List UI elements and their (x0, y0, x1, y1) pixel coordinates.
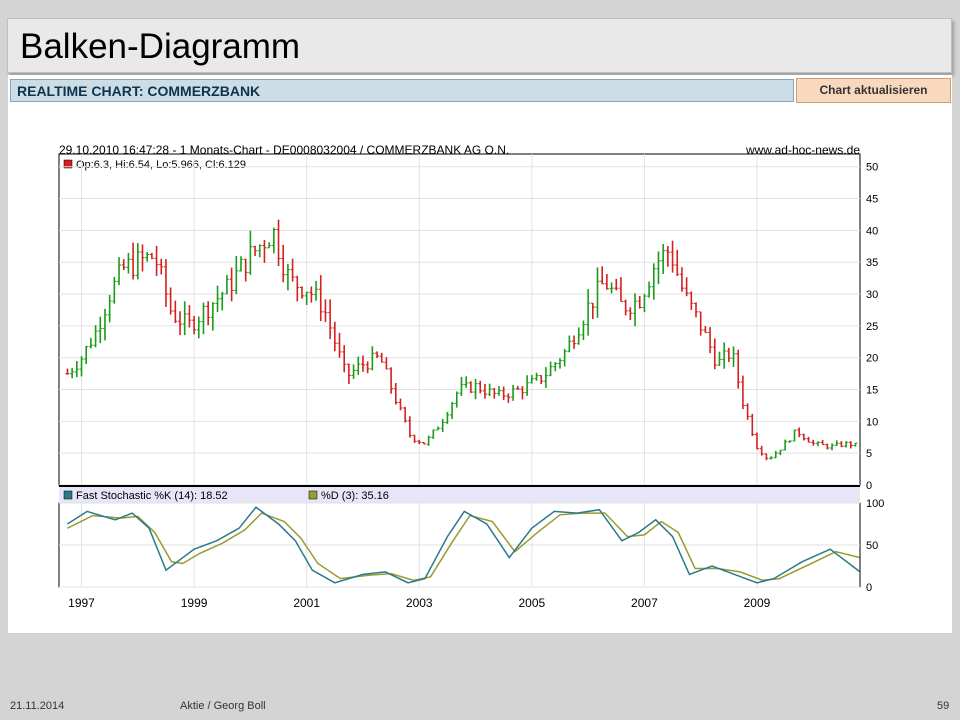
x-tick-label: 2001 (293, 596, 320, 610)
stoch-d-legend: %D (3): 35.16 (321, 490, 389, 502)
page-number: 59 (937, 700, 950, 712)
footer-author: Aktie / Georg Boll (180, 700, 266, 712)
price-y-tick: 50 (866, 162, 878, 174)
price-legend-text: Op:6.3, Hi:6.54, Lo:5.966, Cl:6.129 (76, 159, 246, 171)
x-tick-label: 2003 (406, 596, 433, 610)
x-tick-label: 1999 (181, 596, 208, 610)
price-y-tick: 40 (866, 225, 878, 237)
stoch-k-legend: Fast Stochastic %K (14): 18.52 (76, 490, 228, 502)
price-y-tick: 25 (866, 321, 878, 333)
x-tick-label: 2007 (631, 596, 658, 610)
stoch-d-swatch (308, 490, 318, 500)
x-tick-label: 1997 (68, 596, 95, 610)
price-panel-frame (58, 153, 861, 486)
stoch-y-tick: 0 (866, 582, 872, 594)
price-y-tick: 15 (866, 385, 878, 397)
slide-title-bar: Balken-Diagramm (7, 18, 952, 73)
x-tick-label: 2009 (744, 596, 771, 610)
price-y-tick: 30 (866, 289, 878, 301)
stoch-k-swatch (63, 490, 73, 500)
price-y-tick: 20 (866, 353, 878, 365)
price-y-tick: 45 (866, 194, 878, 206)
chart-widget: REALTIME CHART: COMMERZBANK Chart aktual… (8, 75, 952, 633)
stoch-y-tick: 50 (866, 540, 878, 552)
stoch-y-tick: 100 (866, 498, 884, 510)
price-y-tick: 0 (866, 480, 872, 492)
price-y-tick: 35 (866, 257, 878, 269)
stoch-d-line (67, 512, 860, 582)
footer-date: 21.11.2014 (10, 700, 65, 712)
stock-chart: 29.10.2010 16:47:28 - 1 Monats-Chart - D… (58, 143, 884, 610)
price-y-tick: 5 (866, 448, 872, 460)
x-tick-label: 2005 (518, 596, 545, 610)
price-y-tick: 10 (866, 416, 878, 428)
slide-title: Balken-Diagramm (20, 27, 301, 66)
